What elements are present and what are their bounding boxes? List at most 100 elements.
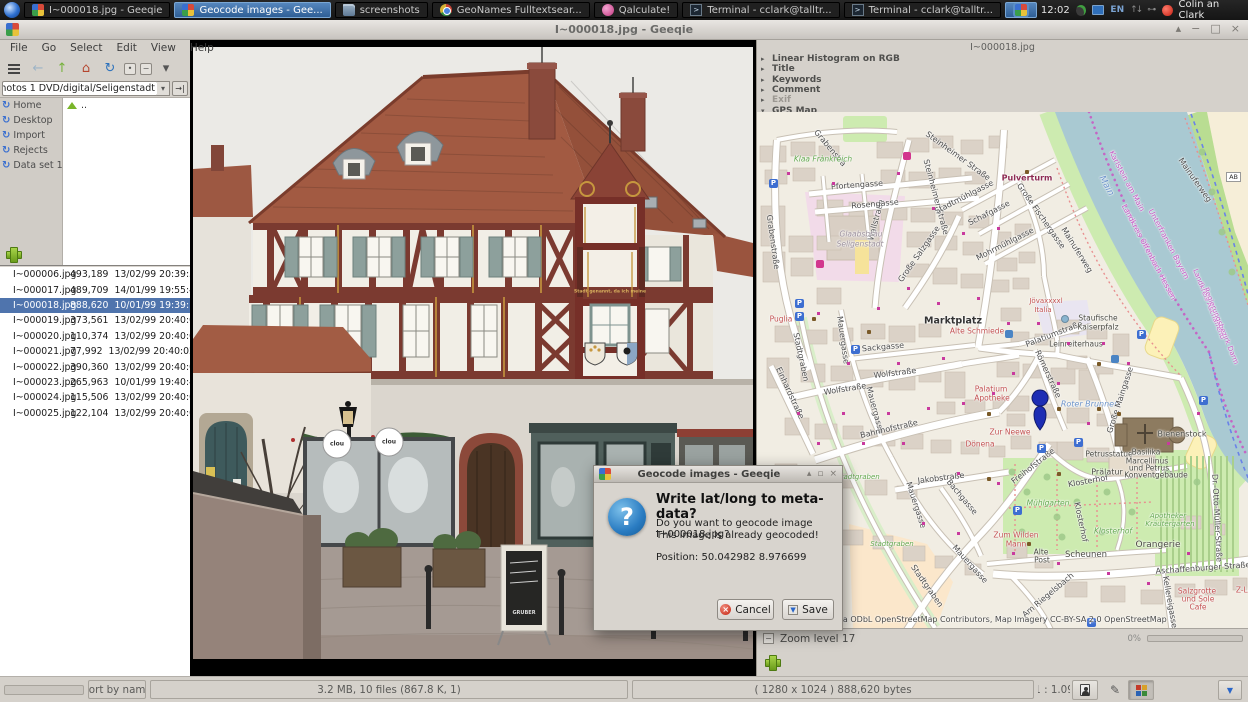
taskbar-item[interactable] bbox=[1005, 2, 1037, 18]
menu-select[interactable]: Select bbox=[64, 41, 108, 56]
dialog-titlebar[interactable]: Geocode images - Geeqie ▴▫× bbox=[594, 466, 842, 483]
thumbnails-icon[interactable] bbox=[4, 59, 24, 78]
map-label: Italia bbox=[1034, 306, 1051, 314]
poi-dot bbox=[902, 442, 905, 445]
keyboard-layout[interactable]: EN bbox=[1110, 5, 1124, 15]
updates-tray-icon[interactable] bbox=[1076, 5, 1086, 16]
thumbnails-glyph bbox=[8, 64, 20, 74]
amenity-icon bbox=[1057, 472, 1061, 476]
taskbar-item[interactable]: Geocode images - Gee... bbox=[174, 2, 330, 18]
edit-button[interactable]: ✎ bbox=[1102, 680, 1128, 700]
add-bookmark-button[interactable] bbox=[6, 247, 20, 261]
cancel-button[interactable]: × Cancel bbox=[717, 599, 774, 620]
save-icon: ▼ bbox=[788, 605, 798, 615]
section-exif[interactable]: ▸Exif bbox=[761, 95, 1244, 105]
poi-dot bbox=[937, 302, 940, 305]
poi-dot bbox=[1067, 342, 1070, 345]
file-row[interactable]: I~000021.jpg77,99213/02/99 20:40:02 bbox=[0, 344, 190, 359]
taskbar-item[interactable]: >Terminal - cclark@talltr... bbox=[844, 2, 1001, 18]
sort-selector[interactable]: Sort by name bbox=[88, 680, 146, 699]
connection-tray-icon[interactable]: ⊶ bbox=[1147, 5, 1156, 15]
path-go-button[interactable]: →| bbox=[172, 81, 188, 96]
file-row[interactable]: I~000025.jpg122,10413/02/99 20:40:08 bbox=[0, 406, 190, 421]
file-row[interactable]: I~000018.jpg888,62010/01/99 19:39:16 bbox=[0, 298, 190, 313]
window-control-icon[interactable]: × bbox=[1231, 22, 1240, 35]
bookmark-import[interactable]: ↻Import bbox=[0, 128, 62, 143]
up-icon[interactable]: ↑ bbox=[52, 59, 72, 78]
bookmark-home[interactable]: ↻Home bbox=[0, 98, 62, 113]
first-image-button[interactable] bbox=[1072, 680, 1098, 700]
menu-help[interactable]: Help bbox=[184, 41, 220, 56]
menu-go[interactable]: Go bbox=[36, 41, 63, 56]
more-icon[interactable]: ▾ bbox=[156, 59, 176, 78]
taskbar-item[interactable]: Qalculate! bbox=[594, 2, 679, 18]
bookmark-data-set-1[interactable]: ↻Data set 1 bbox=[0, 158, 62, 173]
section-keywords[interactable]: ▸Keywords bbox=[761, 75, 1244, 85]
palette-icon bbox=[1136, 685, 1147, 696]
dialog-control-icon[interactable]: ▴ bbox=[807, 469, 812, 479]
file-date: 13/02/99 20:40:00 bbox=[108, 315, 190, 326]
window-control-icon[interactable]: ▴ bbox=[1176, 22, 1182, 35]
file-row[interactable]: I~000017.jpg489,70914/01/99 19:55:42 bbox=[0, 282, 190, 297]
hide-icon[interactable]: − bbox=[140, 63, 152, 75]
add-pane-button[interactable] bbox=[765, 655, 779, 669]
folder-icon bbox=[343, 4, 355, 16]
file-row[interactable]: I~000006.jpg493,18913/02/99 20:39:56 bbox=[0, 267, 190, 282]
file-size: 110,374 bbox=[70, 331, 108, 342]
bookmark-rejects[interactable]: ↻Rejects bbox=[0, 143, 62, 158]
menu-file[interactable]: File bbox=[4, 41, 34, 56]
section-comment[interactable]: ▸Comment bbox=[761, 85, 1244, 95]
screen: I~000018.jpg - GeeqieGeocode images - Ge… bbox=[0, 0, 1248, 702]
poi-dot bbox=[1012, 552, 1015, 555]
file-row[interactable]: I~000019.jpg373,56113/02/99 20:40:00 bbox=[0, 313, 190, 328]
file-row[interactable]: I~000020.jpg110,37413/02/99 20:40:00 bbox=[0, 329, 190, 344]
section-linear-histogram-on-rgb[interactable]: ▸Linear Histogram on RGB bbox=[761, 54, 1244, 64]
section-title[interactable]: ▸Title bbox=[761, 64, 1244, 74]
file-row[interactable]: I~000022.jpg390,36013/02/99 20:40:06 bbox=[0, 359, 190, 374]
save-button[interactable]: ▼ Save bbox=[782, 599, 834, 620]
back-icon[interactable]: ← bbox=[28, 59, 48, 78]
dialog-control-icon[interactable]: ▫ bbox=[817, 469, 823, 479]
menu-view[interactable]: View bbox=[145, 41, 182, 56]
window-titlebar[interactable]: I~000018.jpg - Geeqie ▴−□× bbox=[0, 20, 1248, 40]
menu-edit[interactable]: Edit bbox=[111, 41, 143, 56]
poi-dot bbox=[962, 402, 965, 405]
map-label: Klaa Frànkreich bbox=[794, 155, 852, 164]
map-label: Alte Schmiede bbox=[950, 327, 1004, 336]
taskbar-item[interactable]: screenshots bbox=[335, 2, 428, 18]
info-panel-footer bbox=[757, 648, 1248, 676]
pixel-info-button[interactable]: ▼ bbox=[1218, 680, 1242, 700]
float-icon[interactable]: • bbox=[124, 63, 136, 75]
path-input[interactable]: tos/Photos 1 DVD/digital/Seligenstadt bbox=[2, 81, 158, 96]
collapse-map-icon[interactable]: − bbox=[763, 633, 774, 644]
cancel-label: Cancel bbox=[735, 604, 771, 616]
map-label: Leinreiterhaus bbox=[1049, 340, 1103, 349]
home-icon[interactable]: ⌂ bbox=[76, 59, 96, 78]
color-management-button[interactable] bbox=[1128, 680, 1154, 700]
display-tray-icon[interactable] bbox=[1092, 5, 1104, 15]
toolbar: ←↑⌂↻ •−▾ bbox=[0, 57, 190, 80]
bookmark-label: Rejects bbox=[13, 145, 47, 156]
notifier-tray-icon[interactable] bbox=[1162, 5, 1172, 16]
taskbar-item[interactable]: I~000018.jpg - Geeqie bbox=[24, 2, 170, 18]
amenity-icon bbox=[1027, 542, 1031, 546]
window-control-icon[interactable]: − bbox=[1191, 22, 1200, 35]
folder-up-item[interactable]: .. bbox=[63, 98, 190, 113]
dialog-control-icon[interactable]: × bbox=[829, 469, 837, 479]
app-launcher-icon[interactable] bbox=[4, 2, 20, 18]
taskbar-item[interactable]: GeoNames Fulltextsear... bbox=[432, 2, 590, 18]
files-summary: 3.2 MB, 10 files (867.8 K, 1) bbox=[150, 680, 628, 699]
taskbar-item[interactable]: >Terminal - cclark@talltr... bbox=[682, 2, 839, 18]
blue-poi-icon bbox=[1005, 330, 1013, 338]
path-dropdown-icon[interactable]: ▾ bbox=[157, 81, 170, 96]
refresh-icon[interactable]: ↻ bbox=[100, 59, 120, 78]
bookmark-desktop[interactable]: ↻Desktop bbox=[0, 113, 62, 128]
file-row[interactable]: I~000024.jpg115,50613/02/99 20:40:08 bbox=[0, 390, 190, 405]
file-date: 10/01/99 19:39:16 bbox=[108, 300, 190, 311]
file-row[interactable]: I~000023.jpg265,96310/01/99 19:40:46 bbox=[0, 375, 190, 390]
window-control-icon[interactable]: □ bbox=[1210, 22, 1220, 35]
bookmark-icon: ↻ bbox=[2, 100, 10, 111]
poi-dot bbox=[1127, 362, 1130, 365]
dialog-controls: ▴ ▫ × bbox=[807, 469, 837, 479]
network-tray-icon[interactable]: ↑↓ bbox=[1130, 5, 1141, 15]
